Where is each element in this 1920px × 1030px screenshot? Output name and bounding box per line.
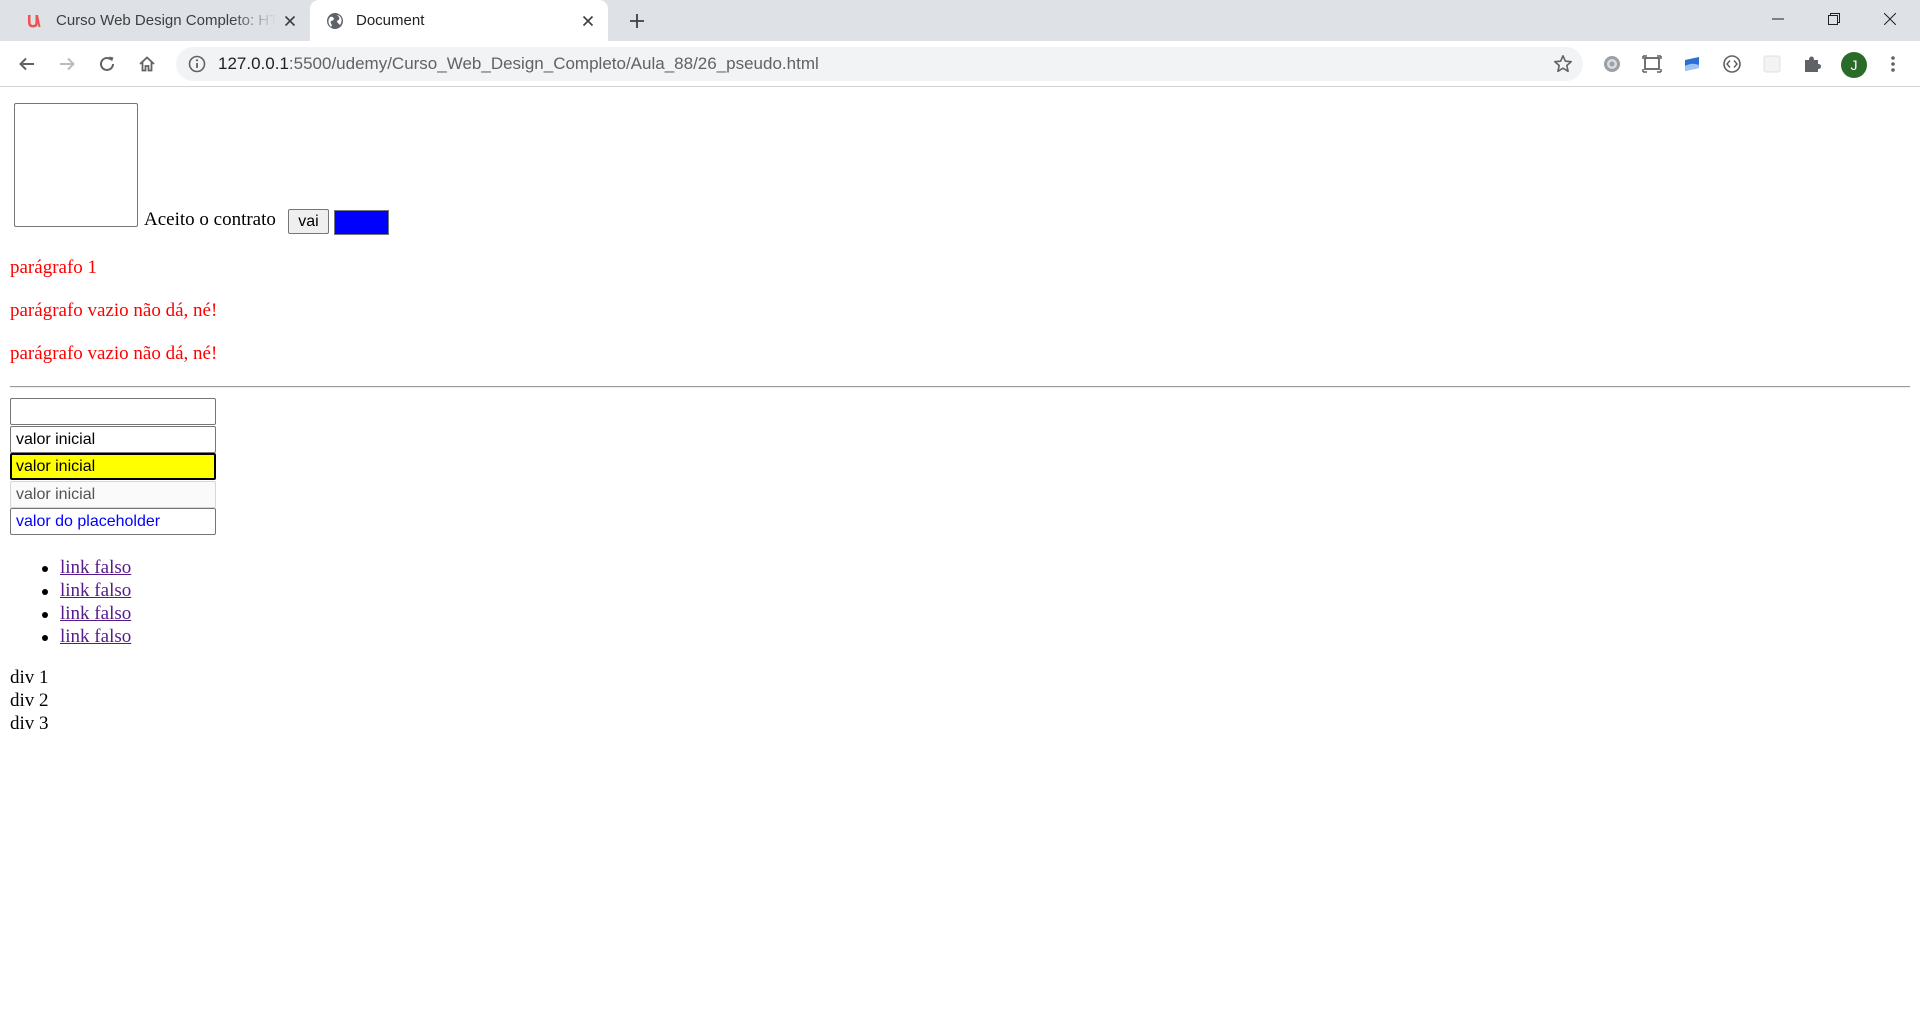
close-icon [1884, 13, 1896, 25]
browser-menu-button[interactable] [1878, 49, 1908, 79]
info-icon[interactable] [188, 55, 206, 73]
tab-title: Document [356, 12, 425, 29]
list-item: link falso [41, 602, 131, 625]
div-3: div 3 [10, 713, 49, 734]
page-content: Aceito o contrato vai parágrafo 1 parágr… [0, 88, 1920, 1030]
url-text[interactable]: 127.0.0.1:5500/udemy/Curso_Web_Design_Co… [218, 47, 819, 81]
browser-toolbar: 127.0.0.1:5500/udemy/Curso_Web_Design_Co… [0, 41, 1920, 87]
blue-button[interactable] [334, 210, 389, 235]
blank-extension-icon[interactable] [1761, 53, 1783, 75]
minimize-button[interactable] [1750, 0, 1806, 38]
fake-link[interactable]: link falso [60, 580, 131, 601]
plus-icon [630, 14, 644, 28]
back-arrow-icon [19, 57, 34, 71]
reload-icon [100, 56, 114, 71]
fake-link[interactable]: link falso [60, 626, 131, 647]
close-tab-icon[interactable] [574, 7, 602, 35]
contract-label: Aceito o contrato [144, 209, 276, 230]
fake-link[interactable]: link falso [60, 557, 131, 578]
highlighted-input[interactable]: valor inicial [10, 453, 216, 480]
readonly-input[interactable]: valor inicial [10, 481, 216, 508]
minimize-icon [1772, 18, 1784, 20]
close-window-button[interactable] [1862, 0, 1918, 38]
div-group: div 1 div 2 div 3 [10, 666, 49, 735]
paragraph-3: parágrafo vazio não dá, né! [10, 343, 218, 364]
new-tab-button[interactable] [622, 6, 652, 36]
bookmark-star-icon[interactable] [1553, 54, 1573, 74]
horizontal-rule [10, 386, 1910, 388]
puzzle-icon[interactable] [1801, 53, 1823, 75]
screen-capture-icon[interactable] [1641, 53, 1663, 75]
cloud-extension-icon[interactable] [1681, 53, 1703, 75]
forward-arrow-icon [60, 57, 75, 71]
paragraph-1: parágrafo 1 [10, 257, 98, 278]
gear-extension-icon[interactable] [1601, 53, 1623, 75]
restore-icon [1828, 13, 1840, 25]
tab-title: Curso Web Design Completo: HTML [56, 12, 276, 29]
paragraph-2: parágrafo vazio não dá, né! [10, 300, 218, 321]
home-icon [139, 56, 155, 72]
list-item: link falso [41, 625, 131, 648]
close-tab-icon[interactable] [276, 7, 304, 35]
kebab-menu-icon [1891, 56, 1895, 72]
list-item: link falso [41, 579, 131, 602]
tab-document[interactable]: Document [310, 0, 608, 41]
reload-button[interactable] [92, 49, 122, 79]
vai-button[interactable]: vai [288, 209, 329, 234]
tab-strip: Curso Web Design Completo: HTML Document [0, 0, 1920, 41]
restore-button[interactable] [1806, 0, 1862, 38]
div-2: div 2 [10, 690, 49, 711]
placeholder-input[interactable]: valor do placeholder [10, 508, 216, 535]
empty-input[interactable] [10, 398, 216, 425]
code-extension-icon[interactable] [1721, 53, 1743, 75]
globe-icon [327, 12, 343, 29]
fake-links-list: link falso link falso link falso link fa… [41, 556, 131, 648]
div-1: div 1 [10, 667, 49, 688]
forward-button[interactable] [52, 49, 82, 79]
fake-link[interactable]: link falso [60, 603, 131, 624]
profile-avatar[interactable]: J [1841, 52, 1867, 78]
list-item: link falso [41, 556, 131, 579]
address-bar[interactable]: 127.0.0.1:5500/udemy/Curso_Web_Design_Co… [176, 47, 1583, 81]
udemy-logo-icon [28, 14, 41, 27]
back-button[interactable] [12, 49, 42, 79]
home-button[interactable] [132, 49, 162, 79]
tab-udemy[interactable]: Curso Web Design Completo: HTML [14, 0, 310, 41]
contract-checkbox[interactable] [14, 103, 138, 227]
initial-value-input[interactable]: valor inicial [10, 426, 216, 453]
